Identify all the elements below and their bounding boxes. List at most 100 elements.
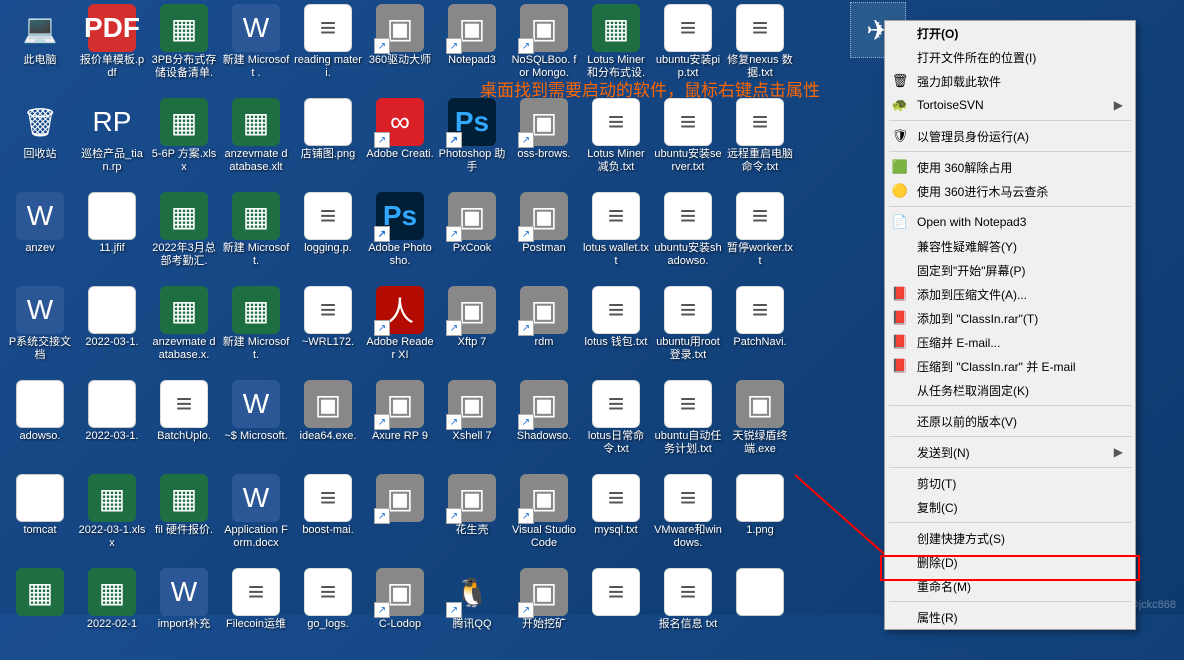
menu-item-label: 固定到"开始"屏幕(P) bbox=[917, 262, 1026, 279]
desktop-icon[interactable]: ▣花生壳 bbox=[436, 474, 508, 566]
desktop-icon[interactable]: 🗑回收站 bbox=[4, 98, 76, 190]
desktop-icon[interactable]: 🖼 bbox=[724, 568, 796, 660]
desktop-icon[interactable]: 人Adobe Reader XI bbox=[364, 286, 436, 378]
file-icon: ▦ bbox=[88, 568, 136, 616]
menu-item[interactable]: 🗑强力卸载此软件 bbox=[885, 69, 1135, 93]
desktop-icon[interactable]: ≡ubuntu自动任务计划.txt bbox=[652, 380, 724, 472]
desktop-icon[interactable]: WApplication Form.docx bbox=[220, 474, 292, 566]
menu-item[interactable]: 剪切(T) bbox=[885, 471, 1135, 495]
desktop-icon[interactable]: ▣rdm bbox=[508, 286, 580, 378]
menu-item[interactable]: 重命名(M) bbox=[885, 574, 1135, 598]
desktop-icon[interactable]: ▦2022-03-1.xlsx bbox=[76, 474, 148, 566]
desktop-icon[interactable]: ▣天锐绿盾终端.exe bbox=[724, 380, 796, 472]
desktop-icon[interactable]: ▦fil 硬件报价. bbox=[148, 474, 220, 566]
desktop-icon[interactable]: ≡ubuntu用root登录.txt bbox=[652, 286, 724, 378]
desktop-icon[interactable]: ▦3PB分布式存储设备清单. bbox=[148, 4, 220, 96]
menu-item[interactable]: 📄Open with Notepad3 bbox=[885, 210, 1135, 234]
desktop-icon[interactable]: PsAdobe Photosho. bbox=[364, 192, 436, 284]
desktop-icon[interactable]: ▣Xshell 7 bbox=[436, 380, 508, 472]
desktop-icon[interactable]: 🖼tomcat bbox=[4, 474, 76, 566]
desktop-icon[interactable]: ≡lotus日常命令.txt bbox=[580, 380, 652, 472]
desktop-icon[interactable]: ≡Filecoin运维 bbox=[220, 568, 292, 660]
desktop-icon[interactable]: PsPhotoshop 助手 bbox=[436, 98, 508, 190]
menu-item[interactable]: 从任务栏取消固定(K) bbox=[885, 378, 1135, 402]
menu-item[interactable]: 打开(O) bbox=[885, 21, 1135, 45]
desktop-icon[interactable]: ≡VMware和windows. bbox=[652, 474, 724, 566]
desktop-icon[interactable]: ▦2022年3月总部考勤汇. bbox=[148, 192, 220, 284]
menu-item[interactable]: 删除(D) bbox=[885, 550, 1135, 574]
menu-item[interactable]: 创建快捷方式(S) bbox=[885, 526, 1135, 550]
desktop-icon[interactable]: ≡logging.p. bbox=[292, 192, 364, 284]
desktop-icon[interactable]: ▣Axure RP 9 bbox=[364, 380, 436, 472]
desktop-icon[interactable]: ≡报名信息 txt bbox=[652, 568, 724, 660]
menu-item[interactable]: 兼容性疑难解答(Y) bbox=[885, 234, 1135, 258]
desktop-icon[interactable]: W新建 Microsoft . bbox=[220, 4, 292, 96]
desktop-icon[interactable]: ≡BatchUplo. bbox=[148, 380, 220, 472]
icon-label: 1.png bbox=[744, 524, 776, 537]
menu-item[interactable]: 📕压缩并 E-mail... bbox=[885, 330, 1135, 354]
desktop-icon[interactable]: ≡boost-mai. bbox=[292, 474, 364, 566]
desktop-icon[interactable]: ≡Lotus Miner 减负.txt bbox=[580, 98, 652, 190]
desktop-icon[interactable]: ≡PatchNavi. bbox=[724, 286, 796, 378]
desktop-icon[interactable]: ▦新建 Microsoft. bbox=[220, 192, 292, 284]
menu-item[interactable]: 🛡以管理员身份运行(A) bbox=[885, 124, 1135, 148]
icon-label: 店铺图.png bbox=[299, 148, 357, 161]
menu-item[interactable]: 🟡使用 360进行木马云查杀 bbox=[885, 179, 1135, 203]
desktop-icon[interactable]: Wimport补充 bbox=[148, 568, 220, 660]
desktop-icon[interactable]: WP系统交接文档 bbox=[4, 286, 76, 378]
desktop-icon[interactable]: 🖼店铺图.png bbox=[292, 98, 364, 190]
menu-item[interactable]: 发送到(N)▶ bbox=[885, 440, 1135, 464]
desktop-icon[interactable]: ≡~WRL172. bbox=[292, 286, 364, 378]
desktop-icon[interactable]: ▣Postman bbox=[508, 192, 580, 284]
desktop-icon[interactable]: ≡远程重启电脑命令.txt bbox=[724, 98, 796, 190]
menu-item[interactable]: 打开文件所在的位置(I) bbox=[885, 45, 1135, 69]
desktop-icon[interactable]: ▦ bbox=[4, 568, 76, 660]
menu-item[interactable]: 固定到"开始"屏幕(P) bbox=[885, 258, 1135, 282]
desktop-icon[interactable]: ▣oss-brows. bbox=[508, 98, 580, 190]
desktop-icon[interactable]: ▦新建 Microsoft. bbox=[220, 286, 292, 378]
desktop-icon[interactable]: 🖼2022-03-1. bbox=[76, 380, 148, 472]
desktop-icon[interactable]: ≡ubuntu安装server.txt bbox=[652, 98, 724, 190]
desktop-icon[interactable]: ▦2022-02-1 bbox=[76, 568, 148, 660]
desktop-icon[interactable]: ≡reading materi. bbox=[292, 4, 364, 96]
desktop-icon[interactable]: 🖼11.jfif bbox=[76, 192, 148, 284]
desktop-icon[interactable]: ≡暂停worker.txt bbox=[724, 192, 796, 284]
menu-item[interactable]: 复制(C) bbox=[885, 495, 1135, 519]
desktop-icon[interactable]: 🐧腾讯QQ bbox=[436, 568, 508, 660]
desktop-icon[interactable]: 💻此电脑 bbox=[4, 4, 76, 96]
desktop-icon[interactable]: ▣Shadowso. bbox=[508, 380, 580, 472]
file-icon: ≡ bbox=[592, 568, 640, 616]
menu-item[interactable]: 还原以前的版本(V) bbox=[885, 409, 1135, 433]
desktop-icon[interactable]: ▦anzevmate database.x. bbox=[148, 286, 220, 378]
desktop-icon[interactable]: ≡ bbox=[580, 568, 652, 660]
menu-item[interactable]: 属性(R) bbox=[885, 605, 1135, 629]
desktop-icon[interactable]: ▣ bbox=[364, 474, 436, 566]
menu-item[interactable]: 📕添加到压缩文件(A)... bbox=[885, 282, 1135, 306]
desktop-icon[interactable]: 🖼2022-03-1. bbox=[76, 286, 148, 378]
desktop-icon[interactable]: ≡lotus wallet.txt bbox=[580, 192, 652, 284]
desktop-icon[interactable]: W~$ Microsoft. bbox=[220, 380, 292, 472]
menu-item[interactable]: 📕压缩到 "ClassIn.rar" 并 E-mail bbox=[885, 354, 1135, 378]
desktop-icon[interactable]: 🖼adowso. bbox=[4, 380, 76, 472]
desktop-icon[interactable]: ▣C-Lodop bbox=[364, 568, 436, 660]
menu-item[interactable]: 🟩使用 360解除占用 bbox=[885, 155, 1135, 179]
menu-item[interactable]: 📕添加到 "ClassIn.rar"(T) bbox=[885, 306, 1135, 330]
desktop-icon[interactable]: ▣开始挖矿 bbox=[508, 568, 580, 660]
desktop-icon[interactable]: ≡go_logs. bbox=[292, 568, 364, 660]
desktop-icon[interactable]: ▣idea64.exe. bbox=[292, 380, 364, 472]
desktop-icon[interactable]: 🖼1.png bbox=[724, 474, 796, 566]
desktop-icon[interactable]: ▣Visual Studio Code bbox=[508, 474, 580, 566]
desktop-icon[interactable]: ▣360驱动大师 bbox=[364, 4, 436, 96]
desktop-icon[interactable]: ≡lotus 钱包.txt bbox=[580, 286, 652, 378]
desktop-icon[interactable]: ▦anzevmate database.xlt bbox=[220, 98, 292, 190]
desktop-icon[interactable]: ≡mysql.txt bbox=[580, 474, 652, 566]
desktop-icon[interactable]: ▣PxCook bbox=[436, 192, 508, 284]
menu-item[interactable]: 🐢TortoiseSVN▶ bbox=[885, 93, 1135, 117]
desktop-icon[interactable]: RP巡检产品_tian.rp bbox=[76, 98, 148, 190]
desktop-icon[interactable]: ▣Xftp 7 bbox=[436, 286, 508, 378]
desktop-icon[interactable]: ∞Adobe Creati. bbox=[364, 98, 436, 190]
desktop-icon[interactable]: Wanzev bbox=[4, 192, 76, 284]
desktop-icon[interactable]: PDF报价单模板.pdf bbox=[76, 4, 148, 96]
desktop-icon[interactable]: ▦5-6P 方案.xlsx bbox=[148, 98, 220, 190]
desktop-icon[interactable]: ≡ubuntu安装shadowso. bbox=[652, 192, 724, 284]
